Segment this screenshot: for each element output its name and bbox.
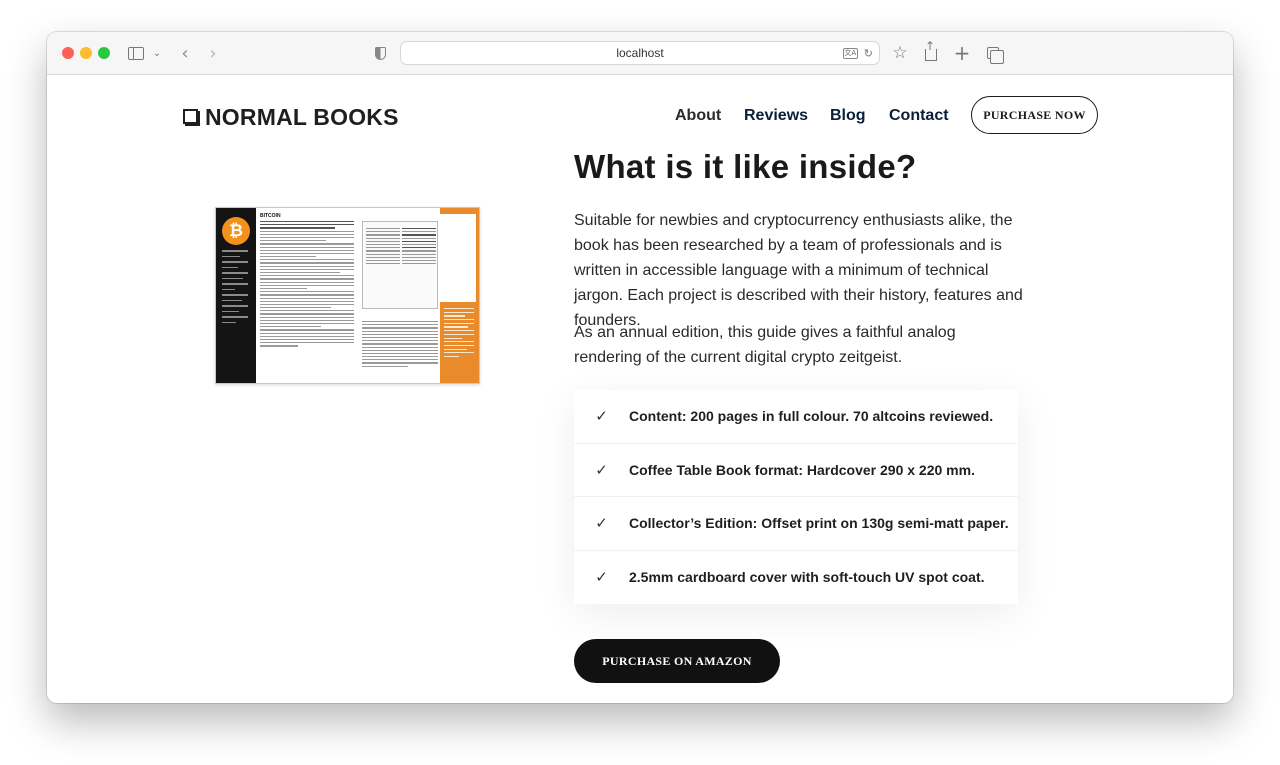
zoom-window-button[interactable] <box>98 47 110 59</box>
nav-link-contact[interactable]: Contact <box>889 107 949 125</box>
bitcoin-logo-icon: ₿ <box>222 217 250 245</box>
feature-item: ✓ Coffee Table Book format: Hardcover 29… <box>574 443 1018 497</box>
book-diagram <box>362 221 438 309</box>
plus-icon[interactable]: + <box>952 41 972 65</box>
book-page-title: BITCOIN <box>260 213 281 219</box>
minimize-window-button[interactable] <box>80 47 92 59</box>
nav-link-blog[interactable]: Blog <box>830 107 866 125</box>
book-spread-image: ₿ BITCOIN <box>215 207 480 384</box>
close-window-button[interactable] <box>62 47 74 59</box>
nav-link-reviews[interactable]: Reviews <box>744 107 808 125</box>
feature-list: ✓ Content: 200 pages in full colour. 70 … <box>574 390 1018 604</box>
square-logo-icon <box>183 109 198 124</box>
sidebar-icon[interactable] <box>127 43 145 63</box>
purchase-on-amazon-button[interactable]: PURCHASE ON AMAZON <box>574 639 780 683</box>
checkmark-icon: ✓ <box>595 460 608 479</box>
nav-link-about[interactable]: About <box>675 107 721 125</box>
tabs-overview-icon[interactable] <box>983 43 1004 64</box>
web-page: NORMAL BOOKS About Reviews Blog Contact … <box>47 76 1233 703</box>
translate-icon[interactable]: 文A <box>842 47 858 59</box>
feature-item: ✓ 2.5mm cardboard cover with soft-touch … <box>574 550 1018 604</box>
checkmark-icon: ✓ <box>595 514 608 533</box>
reload-icon[interactable]: ↻ <box>864 47 873 60</box>
chevron-right-icon[interactable]: › <box>205 43 221 64</box>
feature-text: Collector’s Edition: Offset print on 130… <box>629 515 1009 532</box>
edition-paragraph: As an annual edition, this guide gives a… <box>574 324 956 366</box>
brand-logo[interactable]: NORMAL BOOKS <box>183 104 399 131</box>
intro-paragraph: Suitable for newbies and cryptocurrency … <box>574 212 1023 329</box>
address-bar[interactable]: localhost 文A ↻ <box>400 41 880 65</box>
feature-text: 2.5mm cardboard cover with soft-touch UV… <box>629 569 985 586</box>
share-icon[interactable] <box>921 39 941 63</box>
feature-text: Content: 200 pages in full colour. 70 al… <box>629 408 994 425</box>
checkmark-icon: ✓ <box>595 407 608 426</box>
chevron-left-icon[interactable]: ‹ <box>177 43 193 64</box>
purchase-now-button[interactable]: PURCHASE NOW <box>971 96 1098 134</box>
url-text: localhost <box>616 46 664 60</box>
browser-window: ⌄ ‹ › localhost 文A ↻ ☆ + NORMAL BOOKS Ab… <box>47 32 1233 703</box>
feature-text: Coffee Table Book format: Hardcover 290 … <box>629 461 975 478</box>
checkmark-icon: ✓ <box>595 568 608 587</box>
page-heading: What is it like inside? <box>574 148 917 185</box>
browser-toolbar: ⌄ ‹ › localhost 文A ↻ ☆ + <box>47 32 1233 75</box>
feature-item: ✓ Content: 200 pages in full colour. 70 … <box>574 390 1018 444</box>
brand-name: NORMAL BOOKS <box>205 104 399 130</box>
shield-icon[interactable] <box>372 43 388 63</box>
feature-item: ✓ Collector’s Edition: Offset print on 1… <box>574 497 1018 551</box>
star-icon[interactable]: ☆ <box>890 43 910 63</box>
chevron-down-icon[interactable]: ⌄ <box>151 43 163 63</box>
